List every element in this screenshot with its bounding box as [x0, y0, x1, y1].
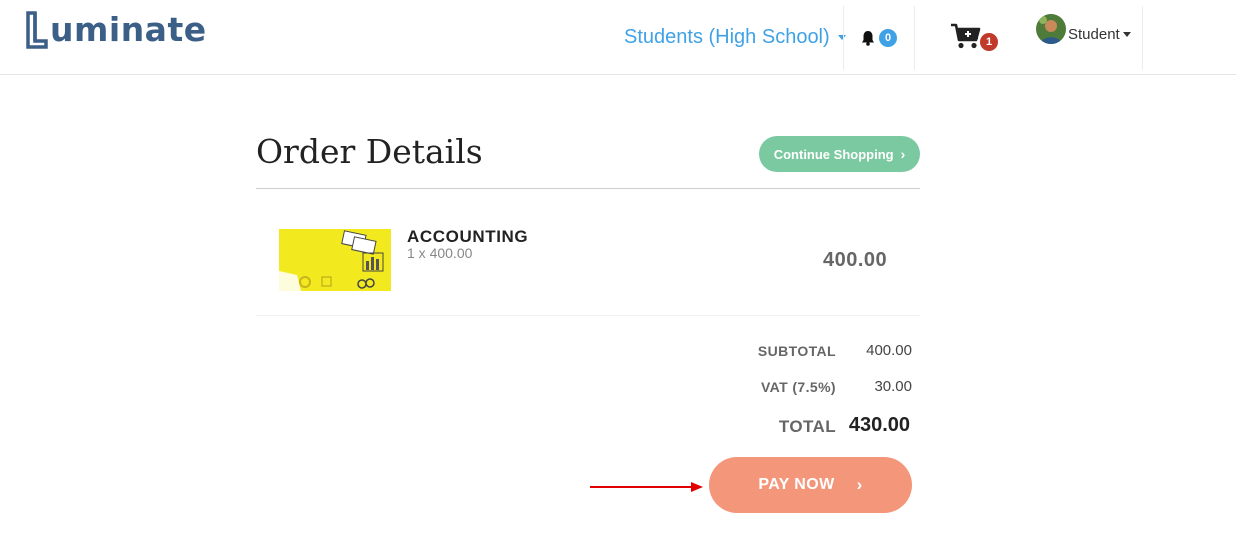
level-dropdown[interactable]: Students (High School) — [624, 26, 846, 49]
pay-now-label: PAY NOW — [758, 476, 835, 493]
continue-shopping-label: Continue Shopping — [773, 146, 894, 162]
vat-label: VAT (7.5%) — [760, 379, 836, 395]
continue-shopping-button[interactable]: Continue Shopping › — [759, 136, 920, 172]
cart-count-badge: 1 — [980, 33, 998, 51]
chevron-right-icon: › — [856, 475, 863, 494]
vat-value: 30.00 — [874, 378, 912, 395]
level-dropdown-value: Students (High School) — [624, 26, 830, 48]
course-quantity: 1 x 400.00 — [407, 245, 473, 261]
logo-mark-icon — [26, 11, 48, 49]
brand-logo[interactable]: uminate — [26, 10, 207, 50]
notifications-count-badge: 0 — [879, 29, 897, 47]
cart-button[interactable]: 1 — [950, 22, 998, 55]
chevron-right-icon: › — [900, 146, 906, 162]
course-price: 400.00 — [823, 249, 888, 271]
title-divider — [256, 188, 920, 189]
brand-name: uminate — [50, 10, 207, 49]
subtotal-value: 400.00 — [866, 342, 912, 359]
user-menu[interactable]: Student — [1036, 14, 1131, 44]
chevron-down-icon — [837, 35, 846, 40]
avatar — [1036, 14, 1066, 44]
nav-separator — [914, 6, 915, 70]
notifications-button[interactable]: 0 — [860, 29, 897, 47]
top-navbar: uminate Students (High School) 0 1 Stude… — [0, 0, 1236, 75]
course-thumbnail[interactable] — [279, 229, 391, 291]
course-name[interactable]: ACCOUNTING — [407, 227, 528, 247]
page-title: Order Details — [256, 132, 483, 171]
chevron-down-icon — [1122, 31, 1131, 37]
nav-separator — [1142, 6, 1143, 70]
cart-plus-icon — [951, 23, 981, 49]
item-divider — [256, 315, 920, 316]
subtotal-label: SUBTOTAL — [757, 343, 836, 359]
user-name: Student — [1068, 25, 1120, 43]
total-value: 430.00 — [848, 414, 910, 436]
nav-separator — [843, 6, 844, 70]
annotation-arrow-icon — [590, 482, 703, 492]
pay-now-button[interactable]: PAY NOW › — [709, 457, 912, 513]
bell-icon — [862, 31, 874, 46]
total-label: TOTAL — [778, 417, 836, 436]
